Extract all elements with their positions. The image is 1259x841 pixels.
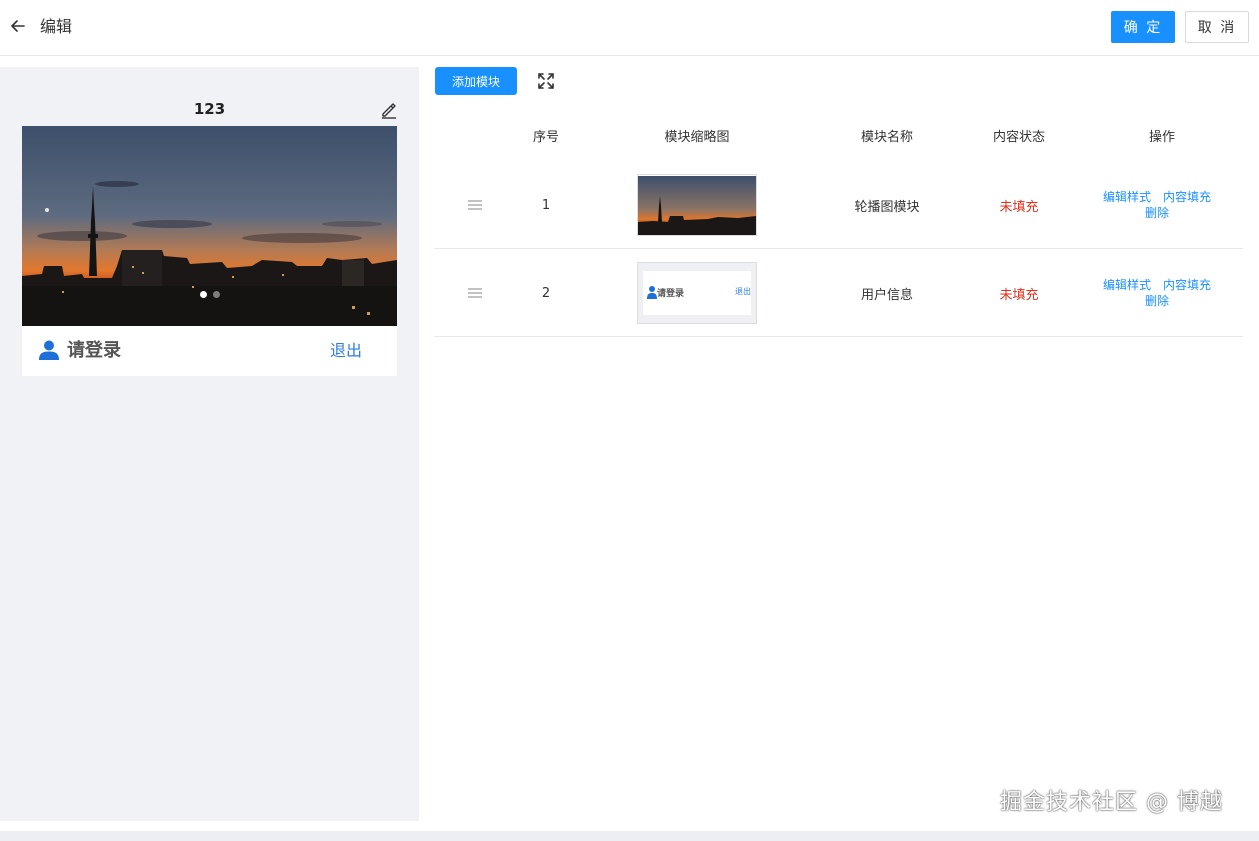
pencil-icon[interactable] [380,101,398,119]
user-info-card: 请登录 退出 [22,326,397,376]
module-thumbnail [637,174,757,236]
user-info-thumbnail: 请登录 退出 [643,271,751,315]
arrow-left-icon[interactable] [8,16,28,36]
table-row: 2 请登录 退出 用户信息 未填充 编辑样式 内容填充 删除 [435,249,1243,337]
thumbnail-logout-text: 退出 [735,287,751,296]
login-prompt[interactable]: 请登录 [67,339,121,363]
page-title: 编辑 [40,17,73,36]
user-icon [647,286,657,299]
fill-content-link[interactable]: 内容填充 [1163,277,1211,293]
row-actions: 编辑样式 内容填充 删除 [1087,249,1227,337]
preview-panel: 123 请登录 退出 [0,67,419,821]
fullscreen-icon[interactable] [537,72,555,90]
watermark: 掘金技术社区 @ 博越 [1000,790,1223,815]
column-header-status: 内容状态 [992,130,1045,145]
cancel-button[interactable]: 取 消 [1185,11,1249,43]
bottom-bar [0,831,1259,841]
column-header-name: 模块名称 [860,130,913,145]
column-header-actions: 操作 [1148,130,1175,145]
thumbnail-login-text: 请登录 [657,289,685,299]
table-row: 1 轮播图模块 未填充 编辑样式 内容填充 删除 [435,161,1243,249]
user-icon [39,340,59,360]
column-header-thumbnail: 模块缩略图 [664,130,730,145]
module-thumbnail: 请登录 退出 [637,262,757,324]
carousel-dot[interactable] [212,291,220,298]
carousel-indicators [22,283,397,302]
module-name: 用户信息 [860,287,913,303]
add-module-button[interactable]: 添加模块 [435,67,517,95]
row-index: 2 [541,285,551,301]
header: 编辑 确 定 取 消 [0,0,1259,56]
drag-handle-icon[interactable] [467,287,483,299]
row-index: 1 [541,197,551,213]
carousel-banner[interactable] [22,126,397,326]
carousel-thumbnail-image [638,176,756,235]
delete-link[interactable]: 删除 [1145,205,1169,221]
confirm-button[interactable]: 确 定 [1111,11,1175,43]
delete-link[interactable]: 删除 [1145,293,1169,309]
fill-content-link[interactable]: 内容填充 [1163,189,1211,205]
edit-style-link[interactable]: 编辑样式 [1103,277,1151,293]
column-header-index: 序号 [532,130,559,145]
carousel-dot-active[interactable] [199,291,207,298]
status-badge: 未填充 [999,199,1039,215]
row-actions: 编辑样式 内容填充 删除 [1087,161,1227,249]
module-name: 轮播图模块 [854,199,920,215]
edit-style-link[interactable]: 编辑样式 [1103,189,1151,205]
preview-title: 123 [193,100,226,118]
status-badge: 未填充 [999,287,1039,303]
drag-handle-icon[interactable] [467,199,483,211]
logout-link[interactable]: 退出 [330,340,362,362]
